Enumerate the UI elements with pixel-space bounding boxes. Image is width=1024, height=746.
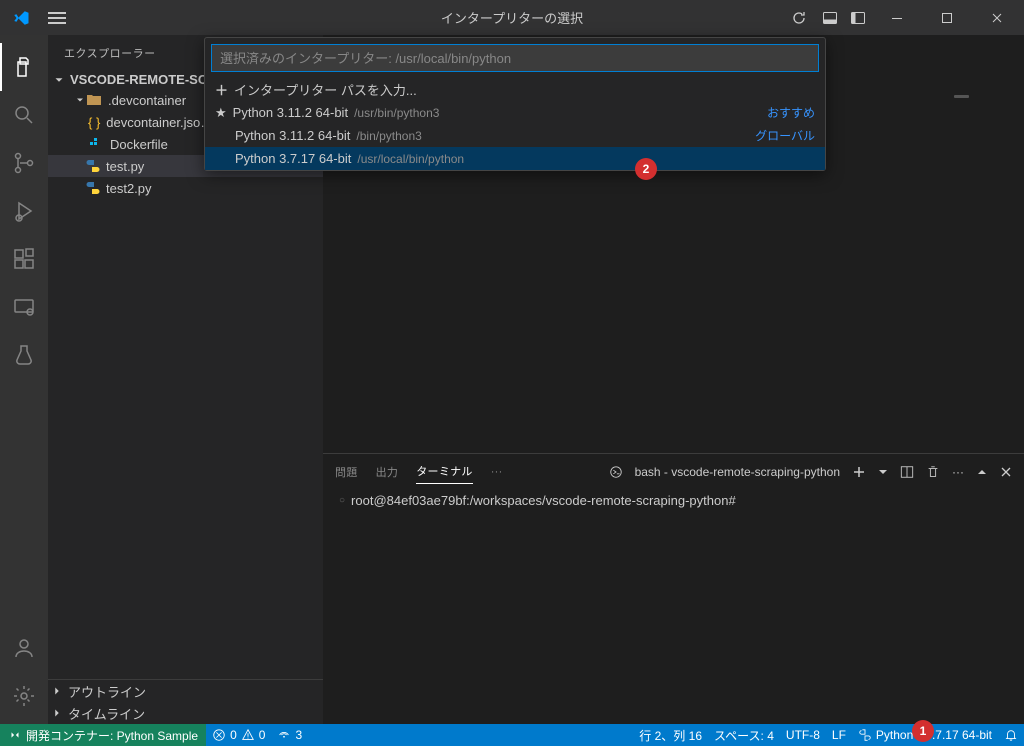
interpreter-tag: グローバル (755, 127, 815, 144)
activity-explorer[interactable] (0, 43, 48, 91)
port-count: 3 (295, 728, 302, 742)
activity-bar (0, 35, 48, 724)
close-window-button[interactable] (974, 0, 1020, 35)
interpreter-path: /bin/python3 (356, 129, 421, 143)
activity-accounts[interactable] (0, 624, 48, 672)
annotation-badge-1: 1 (912, 720, 934, 742)
activity-testing[interactable] (0, 331, 48, 379)
status-remote[interactable]: 開発コンテナー: Python Sample (0, 724, 206, 746)
activity-source-control[interactable] (0, 139, 48, 187)
folder-label: .devcontainer (108, 93, 186, 108)
file-label: Dockerfile (110, 137, 168, 152)
status-language[interactable]: Python (852, 724, 919, 746)
minimize-button[interactable] (874, 0, 920, 35)
tab-terminal[interactable]: ターミナル (416, 459, 473, 484)
file-label: devcontainer.jso… (106, 115, 213, 130)
star-icon: ★ (215, 105, 227, 121)
activity-extensions[interactable] (0, 235, 48, 283)
error-count: 0 (230, 728, 237, 742)
panel-more-icon[interactable]: ··· (952, 465, 964, 479)
chevron-down-icon[interactable] (878, 467, 888, 477)
annotation-badge-2: 2 (635, 158, 657, 180)
json-icon: { } (88, 115, 100, 130)
interpreter-label: Python 3.11.2 64-bit (233, 105, 348, 120)
warning-count: 0 (259, 728, 266, 742)
terminal-body[interactable]: ○ root@84ef03ae79bf:/workspaces/vscode-r… (323, 489, 1024, 724)
terminal-marker-icon: ○ (339, 495, 345, 506)
activity-remote[interactable] (0, 283, 48, 331)
chevron-up-icon[interactable] (976, 466, 988, 478)
remote-label: 開発コンテナー: Python Sample (26, 727, 198, 744)
terminal-panel: 問題 出力 ターミナル ··· bash - vscode-remote-scr… (323, 453, 1024, 724)
status-bar: 開発コンテナー: Python Sample 0 0 3 行 2、列 16 スペ… (0, 724, 1024, 746)
file-tree: .devcontainer { } devcontainer.jso… Dock… (48, 89, 323, 679)
enter-path-label: インタープリター パスを入力... (234, 80, 417, 99)
layout-panel-icon[interactable] (818, 0, 842, 35)
python-icon (86, 159, 100, 173)
status-spaces[interactable]: スペース: 4 (708, 724, 780, 746)
status-encoding[interactable]: UTF-8 (780, 724, 826, 746)
activity-search[interactable] (0, 91, 48, 139)
interpreter-option-0[interactable]: ★ Python 3.11.2 64-bit /usr/bin/python3 … (205, 101, 825, 124)
status-problems[interactable]: 0 0 (206, 724, 271, 746)
close-panel-icon[interactable] (1000, 466, 1012, 478)
folder-icon (86, 93, 102, 107)
file-label: test2.py (106, 181, 152, 196)
interpreter-tag: おすすめ (767, 104, 815, 121)
status-bell-icon[interactable] (998, 724, 1024, 746)
command-center-title[interactable]: インタープリターの選択 (441, 8, 583, 27)
interpreter-quick-pick: ＋ インタープリター パスを入力... ★ Python 3.11.2 64-b… (204, 37, 826, 171)
interpreter-label: Python 3.7.17 64-bit (235, 151, 351, 166)
docker-icon (88, 138, 104, 150)
split-terminal-icon[interactable] (900, 465, 914, 479)
reload-icon[interactable] (784, 0, 814, 35)
interpreter-path: /usr/local/bin/python (357, 152, 464, 166)
interpreter-option-2[interactable]: Python 3.7.17 64-bit /usr/local/bin/pyth… (205, 147, 825, 170)
terminal-prompt: root@84ef03ae79bf:/workspaces/vscode-rem… (351, 493, 736, 508)
title-bar: インタープリターの選択 (0, 0, 1024, 35)
hamburger-menu-icon[interactable] (38, 17, 76, 19)
layout-sidebar-icon[interactable] (846, 0, 870, 35)
file-label: test.py (106, 159, 144, 174)
tab-problems[interactable]: 問題 (335, 460, 358, 484)
maximize-button[interactable] (924, 0, 970, 35)
tab-output[interactable]: 出力 (376, 460, 399, 484)
plus-icon: ＋ (215, 80, 228, 99)
outline-section[interactable]: アウトライン (48, 680, 323, 702)
new-terminal-icon[interactable] (852, 465, 866, 479)
timeline-section[interactable]: タイムライン (48, 702, 323, 724)
interpreter-path: /usr/bin/python3 (354, 106, 439, 120)
status-cursor[interactable]: 行 2、列 16 (633, 724, 708, 746)
python-icon (86, 181, 100, 195)
terminal-shell-icon (609, 465, 623, 479)
timeline-label: タイムライン (68, 704, 145, 723)
activity-settings[interactable] (0, 672, 48, 720)
enter-interpreter-path[interactable]: ＋ インタープリター パスを入力... (205, 78, 825, 101)
quick-pick-input[interactable] (211, 44, 819, 72)
status-eol[interactable]: LF (826, 724, 852, 746)
interpreter-option-1[interactable]: Python 3.11.2 64-bit /bin/python3 グローバル (205, 124, 825, 147)
interpreter-label: Python 3.11.2 64-bit (235, 128, 350, 143)
tab-more-icon[interactable]: ··· (491, 462, 503, 482)
status-ports[interactable]: 3 (271, 724, 308, 746)
vscode-logo-icon (12, 9, 30, 27)
file-test2-py[interactable]: test2.py (48, 177, 323, 199)
panel-tabs: 問題 出力 ターミナル ··· bash - vscode-remote-scr… (323, 454, 1024, 489)
trash-icon[interactable] (926, 465, 940, 479)
terminal-name[interactable]: bash - vscode-remote-scraping-python (635, 465, 840, 479)
language-label: Python (876, 728, 913, 742)
activity-debug[interactable] (0, 187, 48, 235)
minimap[interactable] (954, 95, 969, 98)
outline-label: アウトライン (68, 682, 146, 701)
